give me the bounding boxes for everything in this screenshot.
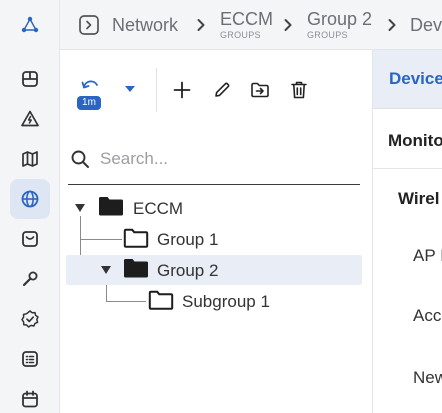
folder-outline-icon <box>148 289 174 316</box>
chevron-right-icon <box>385 14 399 36</box>
folder-outline-icon <box>123 227 149 254</box>
rail-item-alerts[interactable] <box>10 99 50 139</box>
breadcrumb-group-2[interactable]: Group 2 GROUPS <box>307 0 372 50</box>
app-logo-icon[interactable] <box>0 0 60 50</box>
folder-filled-icon <box>123 257 149 284</box>
tree-node-group-2[interactable]: Group 2 <box>66 255 362 285</box>
rail-item-network[interactable] <box>10 179 50 219</box>
folder-move-icon <box>251 82 269 98</box>
tree-node-group-1[interactable]: Group 1 <box>66 224 362 254</box>
tree-node-label: Group 2 <box>157 261 219 280</box>
rail-item-calendar[interactable] <box>10 379 50 413</box>
rail-item-list[interactable] <box>10 339 50 379</box>
tab-device[interactable]: Device <box>373 50 442 109</box>
toolbar-divider <box>156 68 157 112</box>
nav-rail <box>0 0 60 413</box>
delete-group-button[interactable] <box>285 76 313 104</box>
breadcrumb-label: Network <box>112 15 179 35</box>
breadcrumb-label: Group 2 <box>307 9 373 29</box>
expand-caret-icon[interactable] <box>101 266 111 274</box>
breadcrumb-network[interactable]: Network <box>112 0 178 50</box>
calendar-icon <box>22 390 38 408</box>
detail-item[interactable]: New <box>413 368 442 388</box>
alerts-icon <box>21 110 39 127</box>
breadcrumb-label: ECCM <box>220 9 273 29</box>
rail-item-map[interactable] <box>10 139 50 179</box>
detail-item[interactable]: Acc <box>413 306 441 326</box>
compliance-icon <box>21 310 39 328</box>
dashboard-icon <box>22 71 38 87</box>
chevron-right-icon <box>194 14 208 36</box>
trash-icon <box>291 81 307 99</box>
map-icon <box>22 151 38 167</box>
card-divider <box>373 168 442 169</box>
list-icon <box>22 351 38 367</box>
caret-down-icon <box>125 86 135 92</box>
breadcrumb-eccm[interactable]: ECCM GROUPS <box>220 0 273 50</box>
group-tree-panel: 1m Search... ECCM Group 1 Group 2 Subgro… <box>60 50 372 413</box>
detail-item[interactable]: AP I <box>413 246 442 266</box>
folder-filled-icon <box>98 195 124 222</box>
chevron-right-icon <box>281 14 295 36</box>
tree-node-label: Subgroup 1 <box>182 292 270 311</box>
panel-toggle-icon <box>79 15 99 35</box>
refresh-interval-dropdown[interactable] <box>120 78 140 100</box>
edit-group-button[interactable] <box>208 76 236 104</box>
tab-label: Device <box>389 69 442 88</box>
breadcrumb-sublabel: GROUPS <box>220 30 261 40</box>
rail-item-tools[interactable] <box>10 259 50 299</box>
breadcrumb-label: Dev <box>410 15 442 35</box>
app-window: Network ECCM GROUPS Group 2 GROUPS Dev 1… <box>0 0 442 413</box>
monitoring-card: Monito Wirel AP I Acc New <box>373 109 442 413</box>
rail-item-compliance[interactable] <box>10 299 50 339</box>
inbox-icon <box>22 231 38 247</box>
tree-node-eccm[interactable]: ECCM <box>66 193 362 223</box>
network-globe-icon <box>21 190 39 208</box>
move-group-button[interactable] <box>246 76 274 104</box>
breadcrumb-sublabel: GROUPS <box>307 30 348 40</box>
tree-node-label: Group 1 <box>157 230 219 249</box>
expand-caret-icon[interactable] <box>75 204 85 212</box>
search-icon <box>71 150 89 168</box>
details-panel: Device Monito Wirel AP I Acc New <box>372 50 442 413</box>
refresh-interval-badge: 1m <box>77 96 101 110</box>
card-title: Monito <box>388 131 442 150</box>
breadcrumb: Network ECCM GROUPS Group 2 GROUPS Dev <box>60 0 442 50</box>
breadcrumb-device[interactable]: Dev <box>410 0 442 50</box>
rail-item-dashboard[interactable] <box>10 59 50 99</box>
section-heading: Wirel <box>398 189 440 208</box>
plus-icon <box>173 81 191 99</box>
tree-node-label: ECCM <box>133 199 184 218</box>
rail-item-inbox[interactable] <box>10 219 50 259</box>
tools-icon <box>22 271 38 287</box>
sidebar-toggle-button[interactable] <box>77 13 101 37</box>
tree-node-subgroup-1[interactable]: Subgroup 1 <box>66 286 362 316</box>
pencil-icon <box>215 82 230 97</box>
search-input[interactable] <box>100 145 350 173</box>
add-group-button[interactable] <box>168 76 196 104</box>
search-box <box>68 142 360 185</box>
